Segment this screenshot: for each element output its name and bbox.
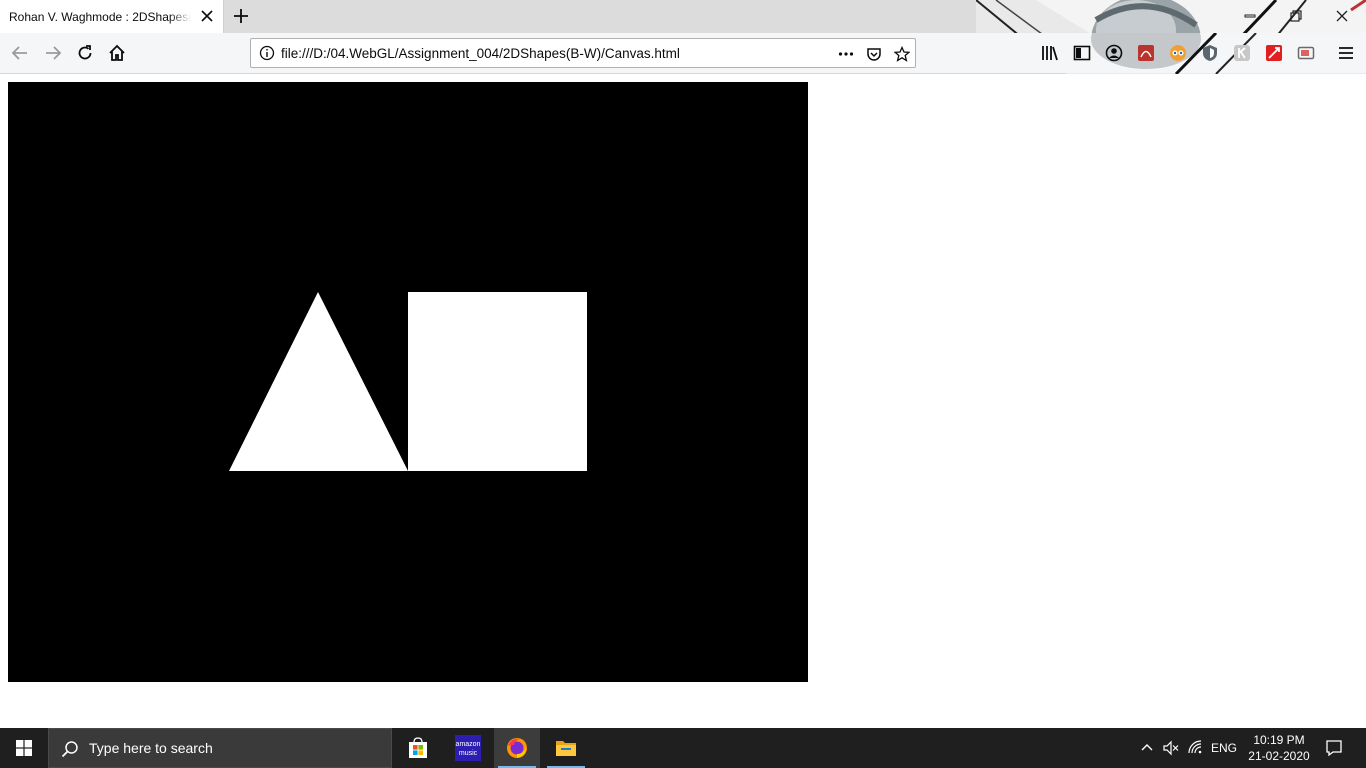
clock[interactable]: 10:19 PM 21-02-2020 <box>1244 732 1314 764</box>
wifi-icon <box>1188 740 1202 754</box>
show-hidden-icons-button[interactable] <box>1136 728 1158 768</box>
extension-button[interactable] <box>1232 43 1252 63</box>
shield-extension-icon <box>1203 45 1217 61</box>
triangle-shape <box>229 292 408 471</box>
notification-icon <box>1326 740 1342 757</box>
file-explorer-icon <box>556 741 576 756</box>
library-icon <box>1042 46 1058 61</box>
network-button[interactable] <box>1185 728 1207 768</box>
library-button[interactable] <box>1040 43 1060 63</box>
square-shape <box>408 292 587 471</box>
volume-button[interactable] <box>1160 728 1182 768</box>
reload-icon <box>78 45 92 60</box>
sidebar-button[interactable] <box>1072 43 1092 63</box>
volume-muted-icon <box>1163 740 1179 756</box>
extension-icon <box>1266 45 1282 61</box>
taskbar-app-file-explorer[interactable] <box>543 728 589 768</box>
plus-icon <box>234 9 248 23</box>
taskbar-app-amazon-music[interactable]: amazon music <box>445 728 491 768</box>
menu-button[interactable] <box>1336 43 1356 63</box>
pdf-extension-button[interactable] <box>1136 43 1156 63</box>
tab-strip: Rohan V. Waghmode : 2DShapes(B-W) <box>0 0 1366 33</box>
windows-taskbar: Type here to search amazon music ENG 10:… <box>0 728 1366 768</box>
menu-icon <box>1339 47 1353 59</box>
page-actions-icon <box>838 52 854 56</box>
restore-button[interactable] <box>1284 4 1308 28</box>
navigation-toolbar: file:///D:/04.WebGL/Assignment_004/2DSha… <box>0 33 1366 74</box>
start-button[interactable] <box>0 728 48 768</box>
page-actions-button[interactable] <box>836 44 856 64</box>
close-tab-icon[interactable] <box>199 8 215 24</box>
shapes-drawing <box>229 292 587 471</box>
pdf-extension-icon <box>1138 45 1154 61</box>
home-icon <box>109 44 125 61</box>
clock-date: 21-02-2020 <box>1248 749 1310 763</box>
close-icon <box>1336 10 1348 22</box>
home-button[interactable] <box>103 39 131 67</box>
page-content <box>0 74 1366 728</box>
shield-extension-button[interactable] <box>1200 43 1220 63</box>
windows-logo-icon <box>16 740 32 756</box>
url-bar[interactable]: file:///D:/04.WebGL/Assignment_004/2DSha… <box>250 38 916 68</box>
pocket-icon <box>867 48 881 61</box>
firefox-icon <box>507 738 527 758</box>
screenshot-icon <box>1297 46 1315 60</box>
music-label: music <box>459 750 478 757</box>
extension-icon <box>1170 45 1186 61</box>
taskbar-search-box[interactable]: Type here to search <box>48 728 392 768</box>
restore-icon <box>1290 10 1302 22</box>
taskbar-app-firefox[interactable] <box>494 728 540 768</box>
browser-window: Rohan V. Waghmode : 2DShapes(B-W) <box>0 0 1366 768</box>
account-icon <box>1105 44 1123 62</box>
account-button[interactable] <box>1104 43 1124 63</box>
reload-button[interactable] <box>71 39 99 67</box>
site-info-icon[interactable] <box>259 45 275 61</box>
sidebar-icon <box>1073 45 1091 61</box>
amazon-music-icon: amazon music <box>455 735 481 761</box>
input-language-button[interactable]: ENG <box>1208 728 1240 768</box>
pocket-button[interactable] <box>864 44 884 64</box>
action-center-button[interactable] <box>1320 728 1348 768</box>
store-icon <box>409 737 427 758</box>
back-button[interactable] <box>6 39 34 67</box>
url-text: file:///D:/04.WebGL/Assignment_004/2DSha… <box>281 45 680 61</box>
minimize-icon <box>1244 14 1256 18</box>
webgl-canvas[interactable] <box>8 82 808 682</box>
chevron-up-icon <box>1141 744 1153 751</box>
close-window-button[interactable] <box>1330 4 1354 28</box>
search-placeholder: Type here to search <box>89 740 213 756</box>
extension-button[interactable] <box>1168 43 1188 63</box>
bookmark-star-icon <box>894 46 910 62</box>
bookmark-button[interactable] <box>892 44 912 64</box>
taskbar-app-store[interactable] <box>395 728 441 768</box>
forward-button[interactable] <box>39 39 67 67</box>
search-icon <box>61 741 78 758</box>
clock-time: 10:19 PM <box>1253 733 1305 747</box>
extension-button[interactable] <box>1264 43 1284 63</box>
extension-icon <box>1234 45 1250 61</box>
minimize-button[interactable] <box>1238 4 1262 28</box>
screenshot-button[interactable] <box>1296 43 1316 63</box>
tab-title: Rohan V. Waghmode : 2DShapes(B-W) <box>9 9 191 24</box>
new-tab-button[interactable] <box>230 5 252 27</box>
amazon-label: amazon <box>456 741 481 748</box>
active-tab[interactable]: Rohan V. Waghmode : 2DShapes(B-W) <box>0 0 224 33</box>
forward-arrow-icon <box>46 46 62 60</box>
back-arrow-icon <box>11 46 27 60</box>
